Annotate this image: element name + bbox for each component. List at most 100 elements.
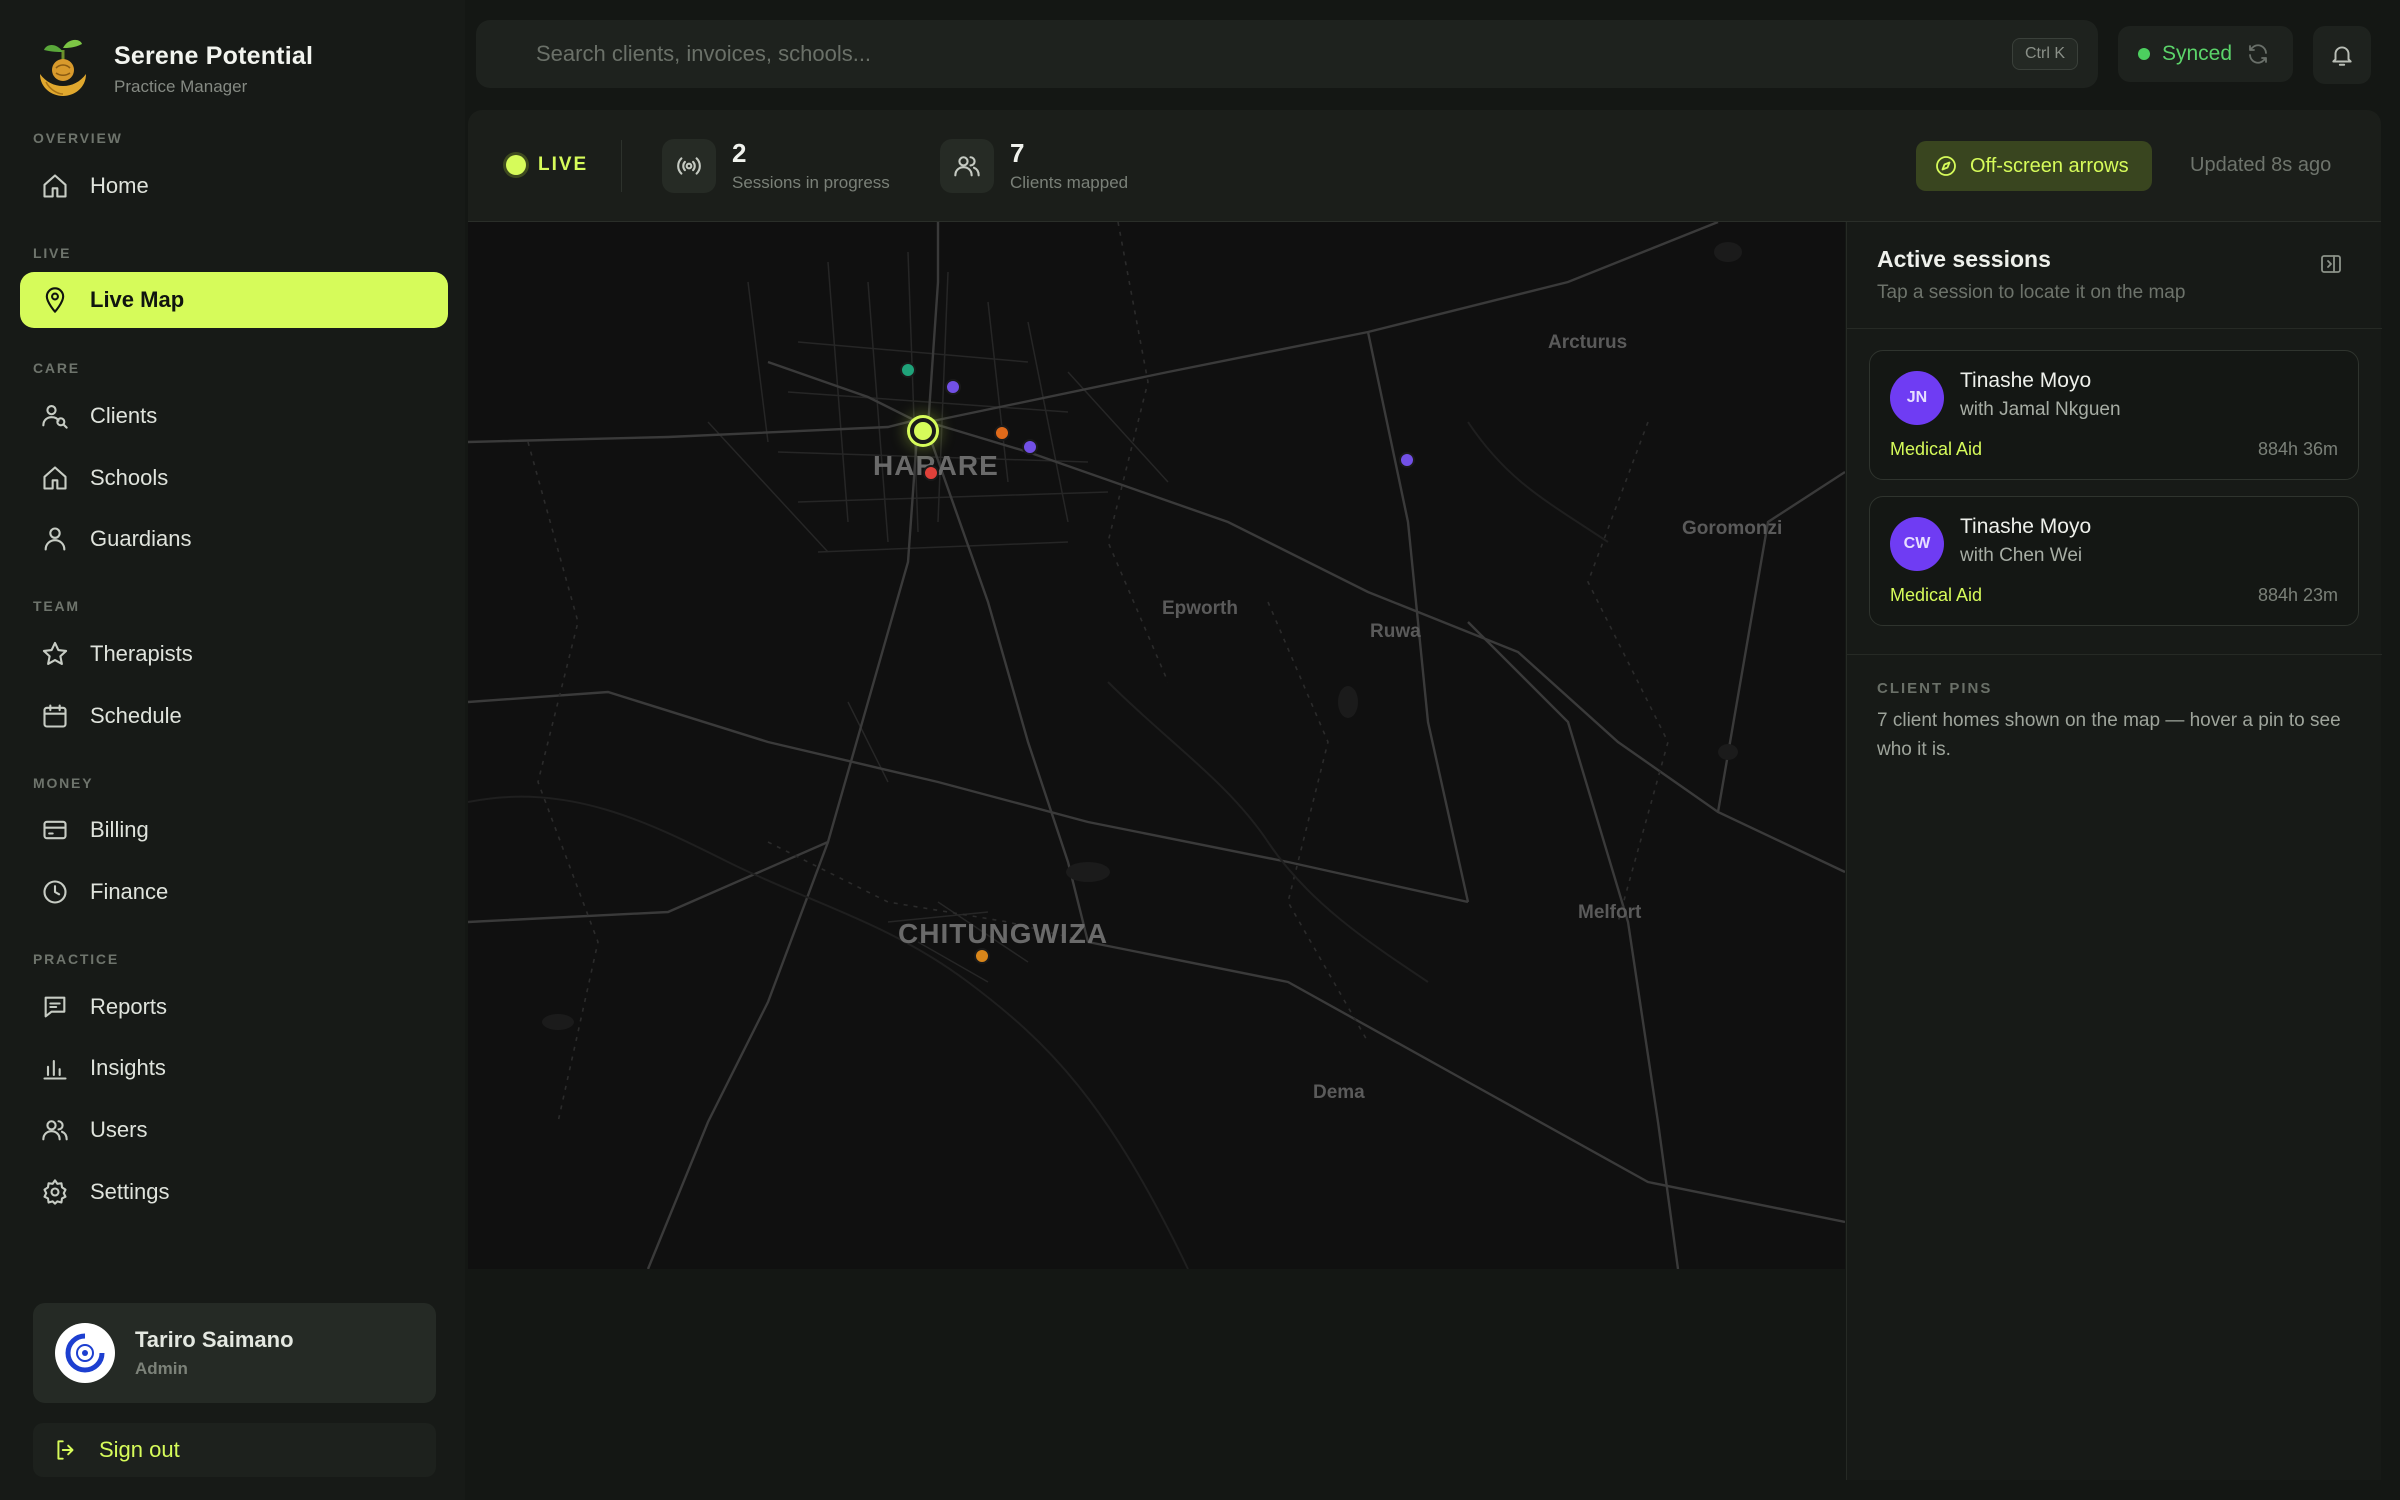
sidebar-item-label: Clients bbox=[90, 403, 158, 428]
session-avatar: CW bbox=[1890, 517, 1944, 571]
sidebar-item-schools[interactable]: Schools bbox=[20, 450, 448, 506]
live-indicator: LIVE bbox=[506, 154, 588, 176]
map-pin-icon bbox=[40, 285, 70, 315]
map-label-arcturus: Arcturus bbox=[1548, 332, 1628, 353]
sidebar: Serene Potential Practice Manager OVERVI… bbox=[0, 0, 465, 1500]
sidebar-item-clients[interactable]: Clients bbox=[20, 388, 448, 444]
session-tag: Medical Aid bbox=[1890, 439, 1983, 459]
sidebar-item-settings[interactable]: Settings bbox=[20, 1164, 448, 1220]
session-client: with Jamal Nkguen bbox=[1960, 399, 2121, 420]
sidebar-item-reports[interactable]: Reports bbox=[20, 979, 448, 1035]
client-pin[interactable] bbox=[923, 465, 939, 481]
sidebar-item-label: Guardians bbox=[90, 526, 192, 551]
updated-timestamp: Updated 8s ago bbox=[2190, 154, 2332, 176]
refresh-icon bbox=[2249, 44, 2267, 64]
sidebar-item-insights[interactable]: Insights bbox=[20, 1040, 448, 1096]
map-label-chitungwiza: CHITUNGWIZA bbox=[898, 918, 1109, 949]
session-therapist: Tinashe Moyo bbox=[1960, 515, 2092, 538]
live-map[interactable]: HARARE CHITUNGWIZA Arcturus Goromonzi Ep… bbox=[468, 222, 1845, 1269]
client-pin[interactable] bbox=[900, 362, 916, 378]
client-pin[interactable] bbox=[1022, 439, 1038, 455]
live-status-bar: LIVE 2 Sessions in progress 7 Clients ma… bbox=[468, 110, 2381, 222]
sidebar-item-label: Reports bbox=[90, 994, 168, 1019]
brand-logo-icon bbox=[40, 39, 86, 96]
sidebar-item-therapists[interactable]: Therapists bbox=[20, 626, 448, 682]
off-screen-arrows-toggle[interactable]: Off-screen arrows bbox=[1916, 141, 2152, 191]
brand[interactable]: Serene Potential Practice Manager bbox=[36, 36, 313, 102]
collapse-panel-button[interactable] bbox=[2319, 252, 2345, 278]
broadcast-icon bbox=[662, 138, 716, 193]
calendar-icon bbox=[40, 701, 70, 731]
user-role: Admin bbox=[135, 1359, 188, 1378]
map-canvas bbox=[468, 222, 1845, 1269]
home-icon bbox=[40, 171, 70, 201]
search-bar: Ctrl K bbox=[476, 20, 2098, 88]
guardian-icon bbox=[40, 524, 70, 554]
clock-icon bbox=[40, 877, 70, 907]
session-card[interactable]: CW Tinashe Moyo with Chen Wei Medical Ai… bbox=[1869, 496, 2359, 626]
user-card[interactable]: Tariro Saimano Admin bbox=[33, 1303, 436, 1403]
map-label-goromonzi: Goromonzi bbox=[1682, 518, 1783, 539]
client-pin[interactable] bbox=[974, 948, 990, 964]
client-pin[interactable] bbox=[945, 379, 961, 395]
bell-icon bbox=[2332, 46, 2352, 66]
org-logo-icon bbox=[65, 1333, 105, 1373]
divider bbox=[1847, 654, 2382, 655]
brand-name: Serene Potential bbox=[114, 41, 314, 70]
session-duration: 884h 23m bbox=[2257, 585, 2338, 605]
sidebar-item-label: Live Map bbox=[90, 287, 185, 312]
sidebar-item-label: Settings bbox=[90, 1179, 170, 1204]
sidebar-item-label: Schedule bbox=[90, 703, 182, 728]
panel-subtitle: Tap a session to locate it on the map bbox=[1877, 282, 2186, 303]
sign-out-button[interactable]: Sign out bbox=[33, 1423, 436, 1477]
sidebar-item-label: Billing bbox=[90, 817, 149, 842]
active-sessions-panel: Active sessions Tap a session to locate … bbox=[1846, 222, 2382, 1480]
sessions-stat: 2 Sessions in progress bbox=[662, 138, 890, 193]
live-label: LIVE bbox=[538, 154, 589, 175]
sidebar-item-guardians[interactable]: Guardians bbox=[20, 511, 448, 567]
map-label-dema: Dema bbox=[1313, 1082, 1365, 1103]
sidebar-item-label: Users bbox=[90, 1117, 148, 1142]
clients-count: 7 bbox=[1010, 138, 1025, 168]
clients-icon bbox=[40, 401, 70, 431]
session-client: with Chen Wei bbox=[1960, 545, 2083, 566]
sidebar-item-schedule[interactable]: Schedule bbox=[20, 688, 448, 744]
session-tag: Medical Aid bbox=[1890, 585, 1983, 605]
client-pin[interactable] bbox=[1399, 452, 1415, 468]
off-screen-arrows-label: Off-screen arrows bbox=[1970, 154, 2129, 177]
sync-status-button[interactable]: Synced bbox=[2118, 26, 2293, 82]
search-input[interactable] bbox=[536, 41, 2012, 67]
avatar bbox=[55, 1323, 115, 1383]
clients-stat: 7 Clients mapped bbox=[940, 138, 1128, 193]
session-therapist: Tinashe Moyo bbox=[1960, 369, 2092, 392]
panel-title: Active sessions bbox=[1877, 246, 2051, 272]
nav-section-live: LIVE bbox=[33, 245, 72, 261]
nav-section-care: CARE bbox=[33, 360, 80, 376]
sidebar-item-billing[interactable]: Billing bbox=[20, 802, 448, 858]
client-pins-heading: CLIENT PINS bbox=[1877, 680, 1993, 697]
sidebar-item-live-map[interactable]: Live Map bbox=[20, 272, 448, 328]
users-icon bbox=[40, 1115, 70, 1145]
sidebar-item-home[interactable]: Home bbox=[20, 158, 448, 214]
session-card[interactable]: JN Tinashe Moyo with Jamal Nkguen Medica… bbox=[1869, 350, 2359, 480]
nav-section-team: TEAM bbox=[33, 598, 80, 614]
session-duration: 884h 36m bbox=[2257, 439, 2338, 459]
reports-icon bbox=[40, 992, 70, 1022]
nav-section-practice: PRACTICE bbox=[33, 951, 119, 967]
live-session-pin[interactable] bbox=[910, 418, 936, 444]
star-icon bbox=[40, 639, 70, 669]
compass-icon bbox=[1936, 156, 1956, 176]
notifications-button[interactable] bbox=[2313, 26, 2371, 84]
sync-status-label: Synced bbox=[2162, 42, 2233, 65]
user-name: Tariro Saimano bbox=[135, 1327, 294, 1352]
sidebar-item-users[interactable]: Users bbox=[20, 1102, 448, 1158]
sign-out-label: Sign out bbox=[99, 1437, 180, 1462]
sessions-count: 2 bbox=[732, 138, 747, 168]
clients-label: Clients mapped bbox=[1010, 173, 1129, 192]
client-pin[interactable] bbox=[994, 425, 1010, 441]
map-label-ruwa: Ruwa bbox=[1370, 621, 1421, 642]
sidebar-item-finance[interactable]: Finance bbox=[20, 864, 448, 920]
bar-chart-icon bbox=[40, 1053, 70, 1083]
sidebar-item-label: Schools bbox=[90, 465, 169, 490]
school-icon bbox=[40, 463, 70, 493]
